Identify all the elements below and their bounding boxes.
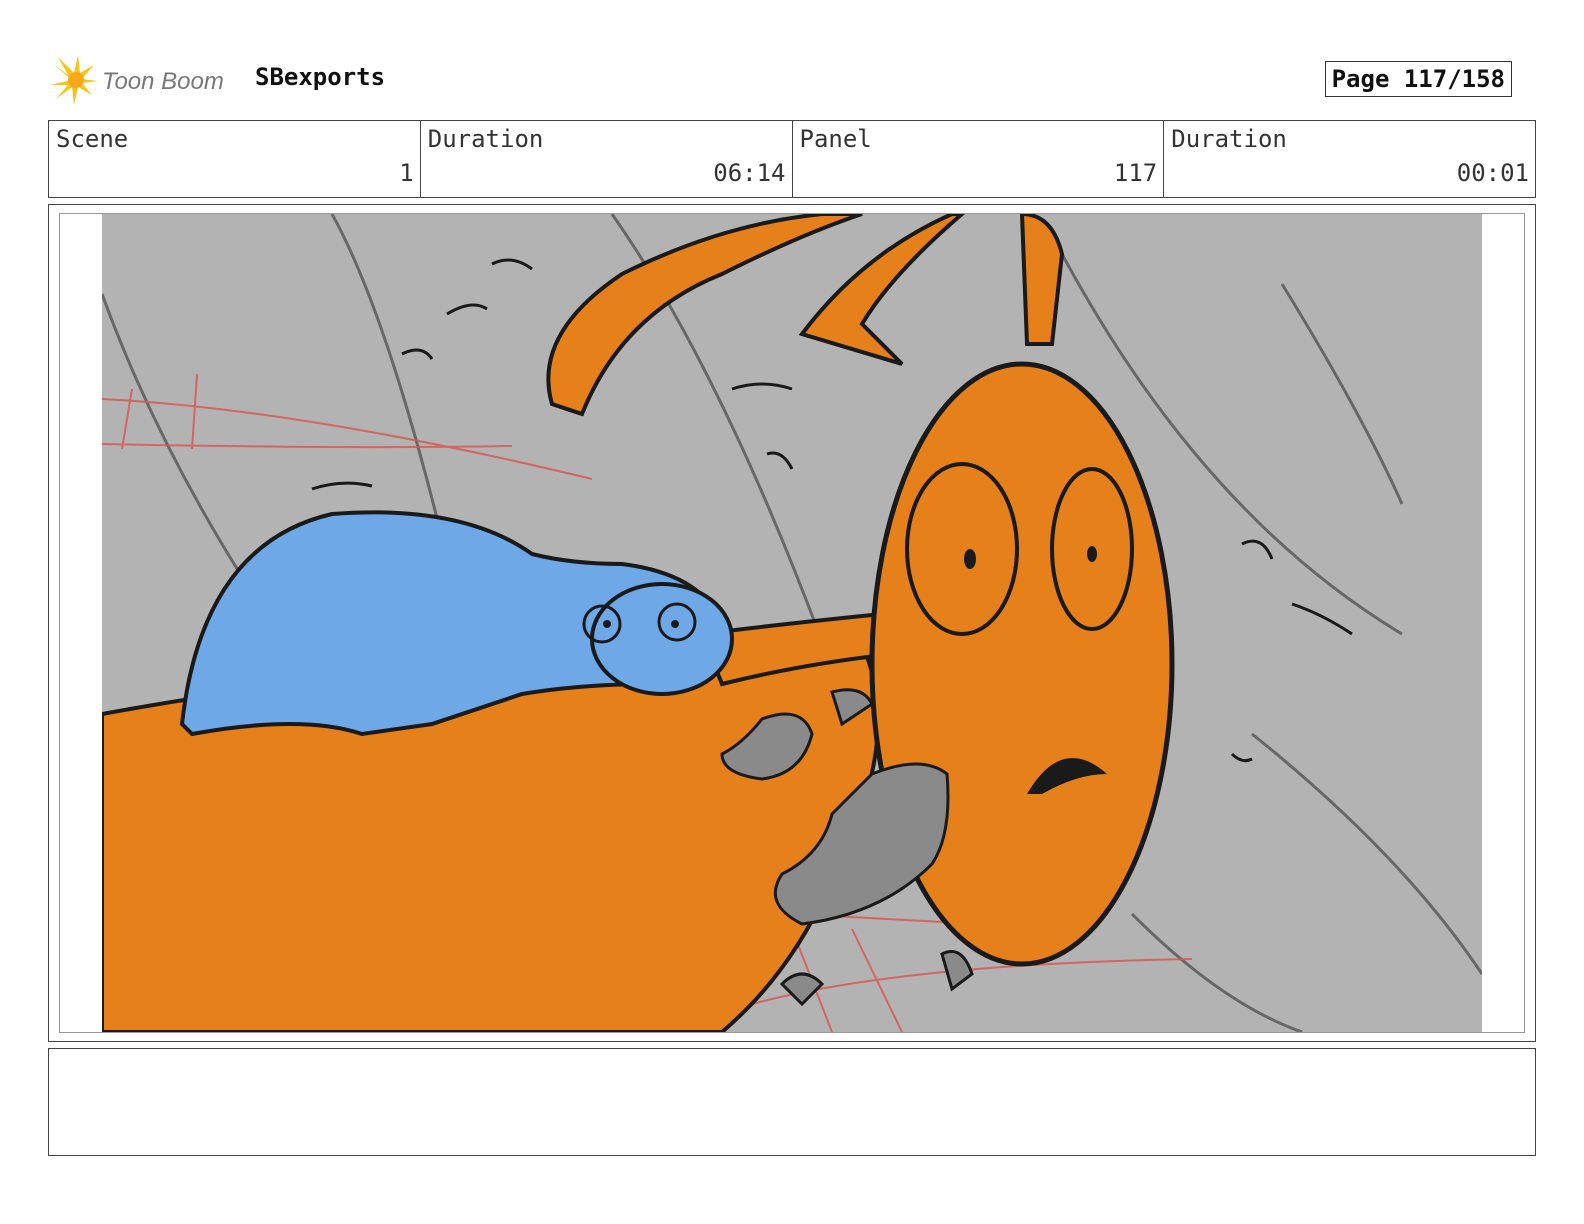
scene-duration-cell: Duration 06:14 (421, 121, 793, 197)
scene-duration-value: 06:14 (713, 159, 786, 187)
panel-image-area (59, 213, 1525, 1033)
toon-boom-logo: Toon Boom (50, 55, 224, 105)
antenna-right (1019, 214, 1065, 346)
storyboard-drawing (102, 214, 1482, 1032)
svg-text:Toon Boom: Toon Boom (102, 68, 224, 95)
page-indicator: Page 117/158 (1324, 61, 1512, 97)
panel-duration-value: 00:01 (1456, 159, 1529, 187)
left-eye (905, 462, 1019, 636)
panel-cell: Panel 117 (793, 121, 1165, 197)
scene-cell: Scene 1 (49, 121, 421, 197)
panel-duration-label: Duration (1171, 125, 1287, 153)
panel-value: 117 (1113, 159, 1158, 187)
starburst-icon (50, 55, 98, 105)
panel-frame (48, 204, 1536, 1042)
left-pupil (964, 549, 976, 569)
header: Toon Boom SBexports Page 117/158 (50, 55, 1540, 105)
scene-label: Scene (56, 125, 129, 153)
blue-pupil-right (671, 620, 679, 628)
panel-duration-cell: Duration 00:01 (1164, 121, 1535, 197)
scene-duration-label: Duration (427, 125, 544, 153)
blue-pupil-left (603, 620, 611, 628)
info-table: Scene 1 Duration 06:14 Panel 117 Duratio… (48, 120, 1536, 198)
right-pupil (1087, 546, 1097, 562)
panel-label: Panel (799, 125, 872, 153)
project-title: SBexports (255, 63, 386, 91)
scene-value: 1 (399, 159, 414, 187)
panel-notes (48, 1048, 1536, 1156)
